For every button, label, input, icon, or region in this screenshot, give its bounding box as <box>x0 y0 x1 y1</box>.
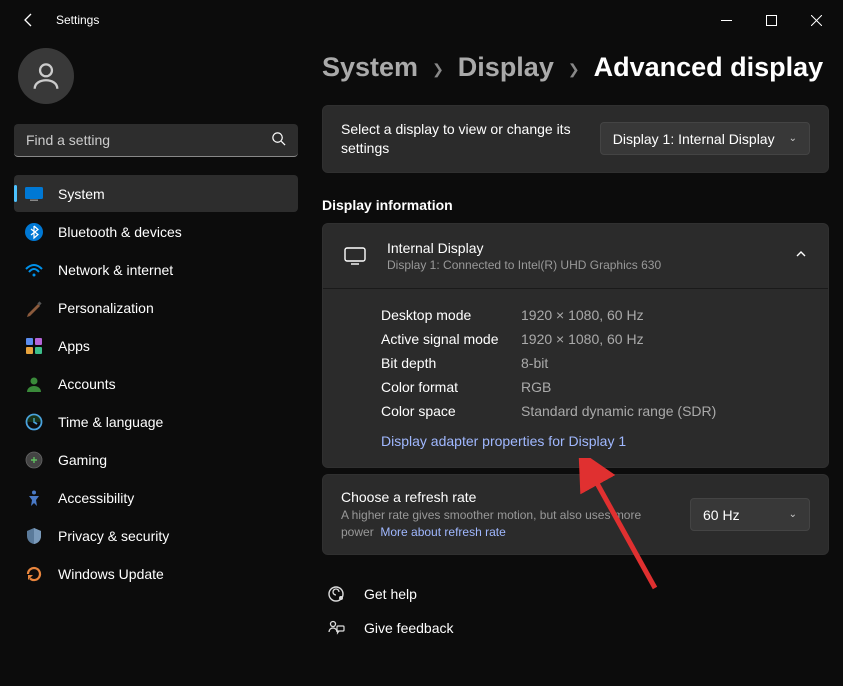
breadcrumb-display[interactable]: Display <box>458 52 554 83</box>
nav-time[interactable]: Time & language <box>14 403 298 440</box>
search-box[interactable] <box>14 124 298 157</box>
gaming-icon <box>24 450 44 470</box>
close-button[interactable] <box>794 3 839 37</box>
refresh-more-link[interactable]: More about refresh rate <box>380 525 505 539</box>
link-label: Get help <box>364 586 417 602</box>
link-label: Give feedback <box>364 620 454 636</box>
main-content: System ❯ Display ❯ Advanced display Sele… <box>310 40 829 686</box>
nav-label: Time & language <box>58 414 163 430</box>
adapter-properties-link[interactable]: Display adapter properties for Display 1 <box>381 433 808 449</box>
nav-accounts[interactable]: Accounts <box>14 365 298 402</box>
display-name: Internal Display <box>387 240 774 256</box>
give-feedback-link[interactable]: Give feedback <box>322 611 829 645</box>
breadcrumb-system[interactable]: System <box>322 52 418 83</box>
system-icon <box>24 184 44 204</box>
display-info-body: Desktop mode1920 × 1080, 60 Hz Active si… <box>323 288 828 467</box>
nav-personalization[interactable]: Personalization <box>14 289 298 326</box>
personalization-icon <box>24 298 44 318</box>
info-row: Color formatRGB <box>381 375 808 399</box>
display-selector-dropdown[interactable]: Display 1: Internal Display ⌄ <box>600 122 810 155</box>
search-input[interactable] <box>26 132 271 148</box>
back-button[interactable] <box>12 3 46 37</box>
display-subtitle: Display 1: Connected to Intel(R) UHD Gra… <box>387 258 774 272</box>
dropdown-value: 60 Hz <box>703 507 740 523</box>
nav-label: Apps <box>58 338 90 354</box>
accessibility-icon <box>24 488 44 508</box>
nav-update[interactable]: Windows Update <box>14 555 298 592</box>
nav-apps[interactable]: Apps <box>14 327 298 364</box>
chevron-right-icon: ❯ <box>432 61 444 78</box>
footer-links: Get help Give feedback <box>322 577 829 645</box>
info-row: Bit depth8-bit <box>381 351 808 375</box>
nav-label: Network & internet <box>58 262 173 278</box>
breadcrumb: System ❯ Display ❯ Advanced display <box>322 52 829 83</box>
display-info-header[interactable]: Internal Display Display 1: Connected to… <box>323 224 828 288</box>
nav-network[interactable]: Network & internet <box>14 251 298 288</box>
minimize-button[interactable] <box>704 3 749 37</box>
dropdown-value: Display 1: Internal Display <box>613 131 775 147</box>
refresh-rate-panel: Choose a refresh rate A higher rate give… <box>322 474 829 556</box>
network-icon <box>24 260 44 280</box>
help-icon <box>326 585 346 603</box>
chevron-right-icon: ❯ <box>568 61 580 78</box>
nav-gaming[interactable]: Gaming <box>14 441 298 478</box>
select-display-text: Select a display to view or change its s… <box>341 120 580 158</box>
refresh-rate-dropdown[interactable]: 60 Hz ⌄ <box>690 498 810 531</box>
time-icon <box>24 412 44 432</box>
monitor-icon <box>343 247 367 265</box>
select-display-panel: Select a display to view or change its s… <box>322 105 829 173</box>
maximize-button[interactable] <box>749 3 794 37</box>
display-info-panel: Internal Display Display 1: Connected to… <box>322 223 829 468</box>
nav-bluetooth[interactable]: Bluetooth & devices <box>14 213 298 250</box>
nav-label: Accounts <box>58 376 116 392</box>
nav-label: Bluetooth & devices <box>58 224 182 240</box>
nav-label: Windows Update <box>58 566 164 582</box>
search-icon <box>271 131 286 149</box>
window-title: Settings <box>56 13 99 27</box>
refresh-title: Choose a refresh rate <box>341 489 670 505</box>
bluetooth-icon <box>24 222 44 242</box>
accounts-icon <box>24 374 44 394</box>
chevron-down-icon: ⌄ <box>789 133 797 144</box>
apps-icon <box>24 336 44 356</box>
get-help-link[interactable]: Get help <box>322 577 829 611</box>
feedback-icon <box>326 619 346 637</box>
nav-label: Privacy & security <box>58 528 169 544</box>
update-icon <box>24 564 44 584</box>
nav-accessibility[interactable]: Accessibility <box>14 479 298 516</box>
chevron-down-icon: ⌄ <box>789 509 797 520</box>
section-display-info: Display information <box>322 197 829 213</box>
info-row: Active signal mode1920 × 1080, 60 Hz <box>381 327 808 351</box>
info-row: Color spaceStandard dynamic range (SDR) <box>381 399 808 423</box>
info-row: Desktop mode1920 × 1080, 60 Hz <box>381 303 808 327</box>
refresh-subtitle: A higher rate gives smoother motion, but… <box>341 507 670 541</box>
nav-label: Accessibility <box>58 490 134 506</box>
nav-label: System <box>58 186 105 202</box>
privacy-icon <box>24 526 44 546</box>
nav-system[interactable]: System <box>14 175 298 212</box>
nav-label: Gaming <box>58 452 107 468</box>
nav-privacy[interactable]: Privacy & security <box>14 517 298 554</box>
nav-list: System Bluetooth & devices Network & int… <box>14 175 298 592</box>
user-avatar[interactable] <box>18 48 74 104</box>
sidebar: System Bluetooth & devices Network & int… <box>14 40 310 686</box>
titlebar: Settings <box>0 0 843 40</box>
breadcrumb-current: Advanced display <box>594 52 824 83</box>
chevron-up-icon <box>794 247 808 264</box>
nav-label: Personalization <box>58 300 154 316</box>
